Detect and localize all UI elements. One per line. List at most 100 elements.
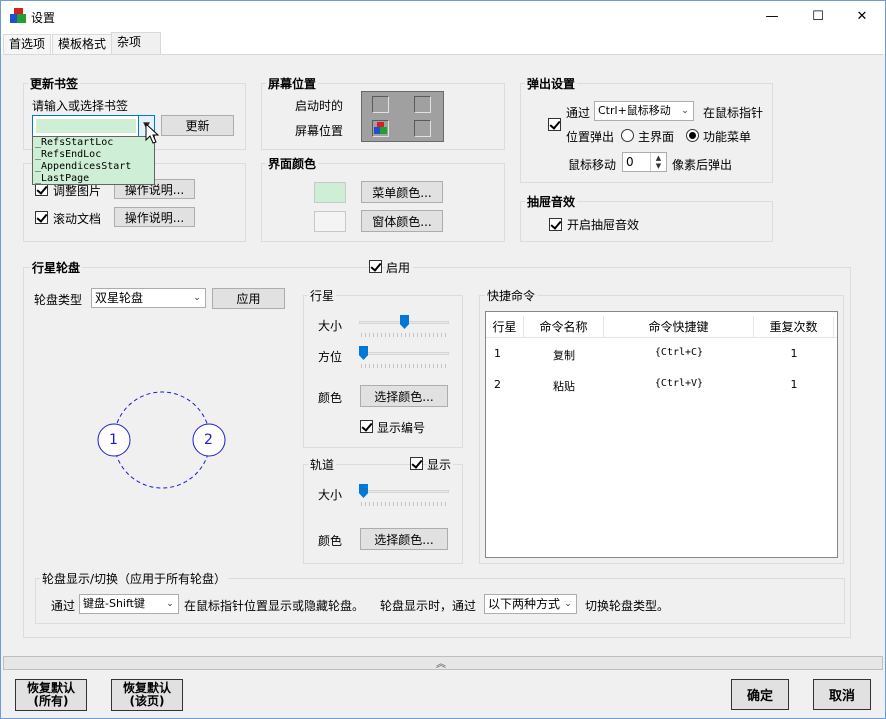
- settings-window: 设置 — ☐ ✕ 首选项 模板格式 杂项 更新书签 请输入或选择书签 ▼ 更新 …: [0, 0, 886, 719]
- bookmark-input[interactable]: [36, 119, 136, 133]
- popup-via-label: 通过: [566, 106, 591, 120]
- wheel-switch-select[interactable]: 以下两种方式 ⌄: [484, 594, 577, 614]
- ui-colors-title: 界面颜色: [266, 155, 319, 172]
- chevron-down-icon: ⌄: [166, 599, 174, 609]
- table-row[interactable]: 2 粘贴 {Ctrl+V} 1: [486, 375, 837, 395]
- bookmark-combo[interactable]: ▼: [32, 115, 155, 137]
- planet-color-label: 颜色: [318, 391, 343, 405]
- bookmark-update-button[interactable]: 更新: [161, 115, 234, 136]
- column-header[interactable]: 行星: [486, 316, 524, 338]
- chevron-down-icon: ⌄: [564, 599, 572, 609]
- dropdown-item[interactable]: _LastPage: [35, 173, 154, 185]
- slider-ticks: [361, 364, 447, 368]
- dropdown-item[interactable]: _AppendicesStart: [35, 161, 154, 173]
- star-wheel-enable-checkbox[interactable]: [369, 260, 382, 273]
- pixels-value: 0: [626, 155, 634, 169]
- shortcuts-table: 行星 命令名称 命令快捷键 重复次数 1 复制 {Ctrl+C} 1 2 粘贴 …: [485, 311, 838, 558]
- popup-menu-label: 功能菜单: [703, 130, 752, 144]
- bookmark-prompt: 请输入或选择书签: [32, 99, 129, 113]
- collapse-up-icon[interactable]: ︽: [436, 655, 446, 670]
- show-number-label: 显示编号: [377, 421, 426, 435]
- orbit-size-label: 大小: [318, 488, 343, 502]
- scroll-doc-label: 滚动文档: [53, 212, 102, 226]
- orbit-color-button[interactable]: 选择颜色...: [360, 528, 448, 550]
- popup-settings-title: 弹出设置: [525, 75, 578, 92]
- popup-main-radio[interactable]: [621, 129, 634, 142]
- star-wheel-enable-label: 启用: [386, 259, 414, 276]
- collapse-bar[interactable]: ︽: [3, 656, 883, 670]
- wheel-switch-text: 切换轮盘类型。: [585, 599, 670, 613]
- restore-page-button[interactable]: 恢复默认 (该页): [111, 679, 183, 711]
- chevron-down-icon: ⌄: [681, 106, 689, 116]
- planet-title: 行星: [308, 287, 337, 304]
- star-wheel-title: 行星轮盘: [30, 259, 83, 276]
- planet-node-2-label: 2: [204, 432, 213, 448]
- cancel-button[interactable]: 取消: [813, 679, 871, 710]
- wheel-toggle-when-shown-label: 轮盘显示时，通过: [380, 599, 477, 613]
- orbit-show-checkbox[interactable]: [410, 457, 423, 470]
- column-header[interactable]: 命令名称: [524, 316, 604, 338]
- restore-all-button[interactable]: 恢复默认 (所有): [15, 679, 87, 711]
- wheel-type-select[interactable]: 双星轮盘 ⌄: [91, 288, 206, 308]
- window-title: 设置: [31, 11, 56, 25]
- position-top-left[interactable]: [372, 96, 389, 113]
- planet-direction-label: 方位: [318, 350, 343, 364]
- scroll-doc-checkbox[interactable]: [35, 211, 48, 224]
- slider-ticks: [361, 502, 447, 506]
- tab-misc[interactable]: 杂项: [111, 32, 161, 54]
- popup-enable-checkbox[interactable]: [548, 118, 561, 131]
- minimize-button[interactable]: —: [749, 1, 795, 32]
- planet-node-1-label: 1: [109, 432, 118, 448]
- orbit-title: 轨道: [308, 456, 337, 473]
- tab-preferences[interactable]: 首选项: [3, 34, 52, 54]
- window-color-button[interactable]: 窗体颜色...: [361, 210, 443, 232]
- column-header[interactable]: 重复次数: [754, 316, 834, 338]
- wheel-toggle-show-hide-text: 在鼠标指针位置显示或隐藏轮盘。: [184, 599, 365, 613]
- position-top-right[interactable]: [414, 96, 431, 113]
- orbit-color-label: 颜色: [318, 534, 343, 548]
- dropdown-item[interactable]: _RefsEndLoc: [35, 149, 154, 161]
- ok-button[interactable]: 确定: [731, 679, 789, 710]
- bookmark-title: 更新书签: [28, 75, 81, 92]
- chevron-down-icon: ⌄: [193, 293, 201, 303]
- row-repeat: 1: [790, 347, 798, 360]
- popup-at-cursor-label: 在鼠标指针: [703, 106, 764, 120]
- maximize-button[interactable]: ☐: [795, 1, 841, 32]
- dropdown-item[interactable]: _RefsStartLoc: [35, 137, 154, 149]
- planet-direction-slider[interactable]: [359, 352, 449, 355]
- column-header[interactable]: 命令快捷键: [604, 316, 754, 338]
- planet-size-label: 大小: [318, 319, 343, 333]
- mouse-cursor-icon: [145, 123, 160, 144]
- scroll-doc-help-button[interactable]: 操作说明...: [114, 207, 195, 227]
- position-bottom-left[interactable]: [372, 120, 389, 137]
- show-number-checkbox[interactable]: [360, 420, 373, 433]
- screen-position-title: 屏幕位置: [266, 75, 319, 92]
- wheel-type-value: 双星轮盘: [95, 291, 144, 305]
- drawer-sound-title: 抽屉音效: [525, 193, 578, 210]
- screen-pos-label: 屏幕位置: [295, 124, 344, 138]
- pixels-spinbox[interactable]: 0 ▲ ▼: [622, 152, 667, 172]
- popup-main-label: 主界面: [638, 130, 675, 144]
- spin-arrows-icon[interactable]: ▲ ▼: [650, 153, 666, 171]
- app-icon: [374, 122, 387, 135]
- mouse-move-label: 鼠标移动: [568, 158, 617, 172]
- wheel-apply-button[interactable]: 应用: [212, 288, 285, 309]
- row-planet: 1: [494, 347, 501, 360]
- position-bottom-right[interactable]: [414, 120, 431, 137]
- slider-ticks: [361, 333, 447, 337]
- popup-menu-radio[interactable]: [686, 129, 699, 142]
- restore-all-line2: (所有): [33, 694, 69, 708]
- screen-position-grid: [361, 91, 444, 142]
- row-name: 粘贴: [553, 380, 575, 393]
- wheel-toggle-key-select[interactable]: 键盘-Shift键 ⌄: [79, 594, 179, 614]
- popup-trigger-select[interactable]: Ctrl+鼠标移动 ⌄: [594, 101, 694, 121]
- tab-strip: 首选项 模板格式 杂项: [1, 32, 885, 54]
- planet-color-button[interactable]: 选择颜色...: [360, 385, 448, 407]
- close-button[interactable]: ✕: [839, 1, 885, 32]
- table-row[interactable]: 1 复制 {Ctrl+C} 1: [486, 344, 837, 364]
- drawer-sound-checkbox[interactable]: [549, 218, 562, 231]
- tab-template-format[interactable]: 模板格式: [52, 34, 113, 54]
- row-planet: 2: [494, 378, 501, 391]
- orbit-size-slider[interactable]: [359, 490, 449, 493]
- menu-color-button[interactable]: 菜单颜色...: [361, 181, 443, 203]
